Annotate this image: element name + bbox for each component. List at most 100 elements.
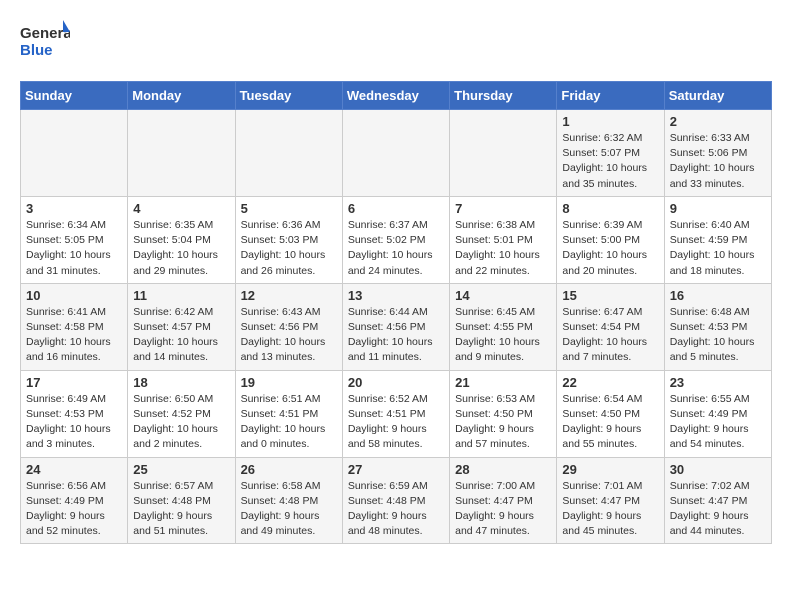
calendar-cell: 22 Sunrise: 6:54 AMSunset: 4:50 PMDayligh… <box>557 370 664 457</box>
day-number: 17 <box>26 375 122 390</box>
day-number: 2 <box>670 114 766 129</box>
day-info: Sunrise: 6:48 AMSunset: 4:53 PMDaylight:… <box>670 305 766 366</box>
day-info: Sunrise: 6:42 AMSunset: 4:57 PMDaylight:… <box>133 305 229 366</box>
weekday-header-sunday: Sunday <box>21 82 128 110</box>
calendar-cell: 8 Sunrise: 6:39 AMSunset: 5:00 PMDaylight… <box>557 196 664 283</box>
day-info: Sunrise: 6:37 AMSunset: 5:02 PMDaylight:… <box>348 218 444 279</box>
calendar-cell: 7 Sunrise: 6:38 AMSunset: 5:01 PMDaylight… <box>450 196 557 283</box>
calendar-cell <box>342 110 449 197</box>
day-info: Sunrise: 6:41 AMSunset: 4:58 PMDaylight:… <box>26 305 122 366</box>
day-number: 12 <box>241 288 337 303</box>
weekday-header-row: SundayMondayTuesdayWednesdayThursdayFrid… <box>21 82 772 110</box>
calendar-cell: 3 Sunrise: 6:34 AMSunset: 5:05 PMDaylight… <box>21 196 128 283</box>
day-info: Sunrise: 6:45 AMSunset: 4:55 PMDaylight:… <box>455 305 551 366</box>
calendar-cell: 26 Sunrise: 6:58 AMSunset: 4:48 PMDayligh… <box>235 457 342 544</box>
day-number: 3 <box>26 201 122 216</box>
calendar-cell: 12 Sunrise: 6:43 AMSunset: 4:56 PMDayligh… <box>235 283 342 370</box>
calendar-cell: 13 Sunrise: 6:44 AMSunset: 4:56 PMDayligh… <box>342 283 449 370</box>
day-number: 10 <box>26 288 122 303</box>
calendar-cell <box>128 110 235 197</box>
calendar-cell: 2 Sunrise: 6:33 AMSunset: 5:06 PMDaylight… <box>664 110 771 197</box>
calendar-cell: 23Sunrise: 6:55 AMSunset: 4:49 PMDayligh… <box>664 370 771 457</box>
day-info: Sunrise: 6:59 AMSunset: 4:48 PMDaylight:… <box>348 479 444 540</box>
day-number: 18 <box>133 375 229 390</box>
day-number: 20 <box>348 375 444 390</box>
day-number: 6 <box>348 201 444 216</box>
day-info: Sunrise: 6:32 AMSunset: 5:07 PMDaylight:… <box>562 131 658 192</box>
day-number: 13 <box>348 288 444 303</box>
day-number: 28 <box>455 462 551 477</box>
page-header: General Blue <box>20 20 772 65</box>
logo-svg: General Blue <box>20 20 70 65</box>
day-number: 4 <box>133 201 229 216</box>
day-info: Sunrise: 6:56 AMSunset: 4:49 PMDaylight:… <box>26 479 122 540</box>
calendar-cell: 17 Sunrise: 6:49 AMSunset: 4:53 PMDayligh… <box>21 370 128 457</box>
calendar-cell: 20 Sunrise: 6:52 AMSunset: 4:51 PMDayligh… <box>342 370 449 457</box>
calendar-week-row: 17 Sunrise: 6:49 AMSunset: 4:53 PMDayligh… <box>21 370 772 457</box>
calendar-cell: 10 Sunrise: 6:41 AMSunset: 4:58 PMDayligh… <box>21 283 128 370</box>
weekday-header-thursday: Thursday <box>450 82 557 110</box>
calendar-cell: 4 Sunrise: 6:35 AMSunset: 5:04 PMDaylight… <box>128 196 235 283</box>
calendar-cell: 18 Sunrise: 6:50 AMSunset: 4:52 PMDayligh… <box>128 370 235 457</box>
day-info: Sunrise: 6:50 AMSunset: 4:52 PMDaylight:… <box>133 392 229 453</box>
weekday-header-saturday: Saturday <box>664 82 771 110</box>
day-info: Sunrise: 6:35 AMSunset: 5:04 PMDaylight:… <box>133 218 229 279</box>
calendar-cell: 1 Sunrise: 6:32 AMSunset: 5:07 PMDaylight… <box>557 110 664 197</box>
calendar-cell <box>450 110 557 197</box>
day-number: 21 <box>455 375 551 390</box>
day-info: Sunrise: 6:44 AMSunset: 4:56 PMDaylight:… <box>348 305 444 366</box>
calendar-cell: 9 Sunrise: 6:40 AMSunset: 4:59 PMDaylight… <box>664 196 771 283</box>
day-number: 16 <box>670 288 766 303</box>
calendar-cell: 25Sunrise: 6:57 AMSunset: 4:48 PMDayligh… <box>128 457 235 544</box>
day-info: Sunrise: 6:58 AMSunset: 4:48 PMDaylight:… <box>241 479 337 540</box>
day-number: 23 <box>670 375 766 390</box>
day-number: 8 <box>562 201 658 216</box>
logo: General Blue <box>20 20 70 65</box>
day-number: 7 <box>455 201 551 216</box>
svg-text:General: General <box>20 25 70 42</box>
day-number: 11 <box>133 288 229 303</box>
calendar-week-row: 24 Sunrise: 6:56 AMSunset: 4:49 PMDayligh… <box>21 457 772 544</box>
day-number: 24 <box>26 462 122 477</box>
calendar-cell: 14 Sunrise: 6:45 AMSunset: 4:55 PMDayligh… <box>450 283 557 370</box>
day-info: Sunrise: 6:54 AMSunset: 4:50 PMDaylight:… <box>562 392 658 453</box>
calendar-cell: 19Sunrise: 6:51 AMSunset: 4:51 PMDayligh… <box>235 370 342 457</box>
day-info: Sunrise: 6:33 AMSunset: 5:06 PMDaylight:… <box>670 131 766 192</box>
svg-text:Blue: Blue <box>20 42 53 59</box>
calendar-cell: 6 Sunrise: 6:37 AMSunset: 5:02 PMDaylight… <box>342 196 449 283</box>
day-number: 30 <box>670 462 766 477</box>
calendar-cell: 29Sunrise: 7:01 AMSunset: 4:47 PMDayligh… <box>557 457 664 544</box>
day-info: Sunrise: 6:39 AMSunset: 5:00 PMDaylight:… <box>562 218 658 279</box>
day-info: Sunrise: 6:38 AMSunset: 5:01 PMDaylight:… <box>455 218 551 279</box>
day-number: 14 <box>455 288 551 303</box>
day-info: Sunrise: 6:40 AMSunset: 4:59 PMDaylight:… <box>670 218 766 279</box>
day-info: Sunrise: 6:57 AMSunset: 4:48 PMDaylight:… <box>133 479 229 540</box>
day-number: 26 <box>241 462 337 477</box>
day-info: Sunrise: 6:52 AMSunset: 4:51 PMDaylight:… <box>348 392 444 453</box>
calendar-week-row: 10 Sunrise: 6:41 AMSunset: 4:58 PMDayligh… <box>21 283 772 370</box>
day-info: Sunrise: 6:53 AMSunset: 4:50 PMDaylight:… <box>455 392 551 453</box>
calendar-cell: 24 Sunrise: 6:56 AMSunset: 4:49 PMDayligh… <box>21 457 128 544</box>
day-number: 22 <box>562 375 658 390</box>
day-number: 15 <box>562 288 658 303</box>
calendar-week-row: 1 Sunrise: 6:32 AMSunset: 5:07 PMDaylight… <box>21 110 772 197</box>
day-number: 9 <box>670 201 766 216</box>
day-info: Sunrise: 6:34 AMSunset: 5:05 PMDaylight:… <box>26 218 122 279</box>
calendar-week-row: 3 Sunrise: 6:34 AMSunset: 5:05 PMDaylight… <box>21 196 772 283</box>
day-info: Sunrise: 6:43 AMSunset: 4:56 PMDaylight:… <box>241 305 337 366</box>
day-number: 5 <box>241 201 337 216</box>
calendar-cell: 11 Sunrise: 6:42 AMSunset: 4:57 PMDayligh… <box>128 283 235 370</box>
weekday-header-monday: Monday <box>128 82 235 110</box>
day-info: Sunrise: 6:47 AMSunset: 4:54 PMDaylight:… <box>562 305 658 366</box>
calendar-cell: 27Sunrise: 6:59 AMSunset: 4:48 PMDayligh… <box>342 457 449 544</box>
weekday-header-wednesday: Wednesday <box>342 82 449 110</box>
day-info: Sunrise: 7:02 AMSunset: 4:47 PMDaylight:… <box>670 479 766 540</box>
calendar-cell <box>235 110 342 197</box>
weekday-header-tuesday: Tuesday <box>235 82 342 110</box>
calendar-cell: 16 Sunrise: 6:48 AMSunset: 4:53 PMDayligh… <box>664 283 771 370</box>
day-info: Sunrise: 7:01 AMSunset: 4:47 PMDaylight:… <box>562 479 658 540</box>
day-number: 1 <box>562 114 658 129</box>
day-info: Sunrise: 6:49 AMSunset: 4:53 PMDaylight:… <box>26 392 122 453</box>
day-info: Sunrise: 6:51 AMSunset: 4:51 PMDaylight:… <box>241 392 337 453</box>
weekday-header-friday: Friday <box>557 82 664 110</box>
